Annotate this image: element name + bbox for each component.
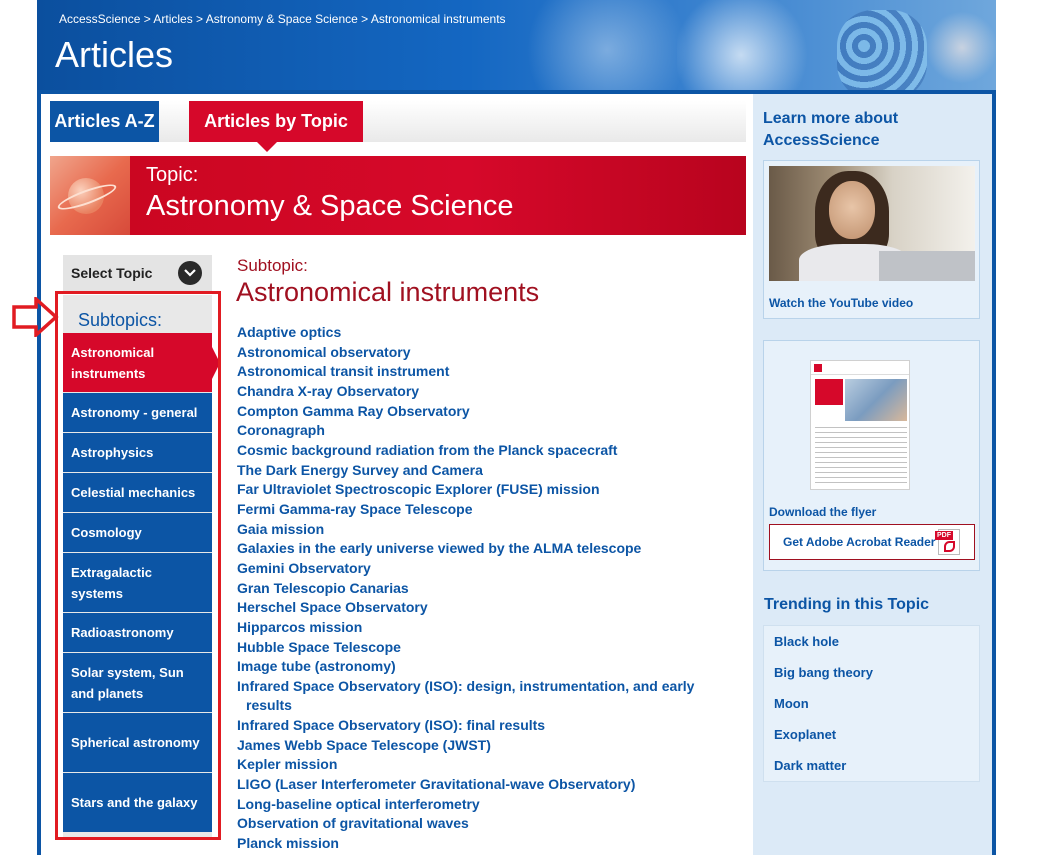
breadcrumb[interactable]: AccessScience > Articles > Astronomy & S… — [59, 12, 506, 26]
article-link[interactable]: Long-baseline optical interferometry — [237, 795, 737, 815]
topic-banner: Topic: Astronomy & Space Science — [50, 156, 746, 235]
download-flyer-link[interactable]: Download the flyer — [769, 505, 876, 519]
video-card[interactable]: Watch the YouTube video — [763, 160, 980, 319]
article-link[interactable]: Image tube (astronomy) — [237, 657, 737, 677]
article-link[interactable]: Chandra X-ray Observatory — [237, 382, 737, 402]
article-link[interactable]: Astronomical transit instrument — [237, 362, 737, 382]
tab-articles-a-z[interactable]: Articles A-Z — [50, 101, 159, 142]
get-acrobat-label: Get Adobe Acrobat Reader — [783, 535, 936, 549]
subtopic-label: Subtopic: — [237, 256, 308, 275]
article-link[interactable]: Infrared Space Observatory (ISO): final … — [237, 716, 737, 736]
trending-link[interactable]: Black hole — [764, 626, 979, 657]
acrobat-swirl — [944, 541, 955, 552]
trending-list: Black hole Big bang theory Moon Exoplanet Da… — [763, 625, 980, 782]
pdf-tag: PDF — [935, 531, 953, 540]
header-decoration — [677, 0, 837, 90]
article-link[interactable]: Planck mission — [237, 834, 737, 854]
trending-link[interactable]: Dark matter — [764, 750, 979, 781]
pdf-icon: PDF — [935, 529, 960, 555]
article-link[interactable]: Kepler mission — [237, 755, 737, 775]
article-link[interactable]: Gemini Observatory — [237, 559, 737, 579]
article-link[interactable]: LIGO (Laser Interferometer Gravitational… — [237, 775, 737, 795]
annotation-arrow-icon — [12, 297, 59, 337]
trending-heading: Trending in this Topic — [764, 596, 930, 613]
article-link[interactable]: James Webb Space Telescope (JWST) — [237, 736, 737, 756]
flyer-photo — [845, 379, 907, 421]
flyer-card: Download the flyer Get Adobe Acrobat Rea… — [763, 340, 980, 571]
laptop-icon — [879, 251, 975, 281]
learn-more-heading: Learn more about AccessScience — [763, 110, 899, 149]
video-link[interactable]: Watch the YouTube video — [769, 296, 913, 310]
page-title: Articles — [55, 34, 174, 75]
article-link[interactable]: Gaia mission — [237, 520, 737, 540]
article-link[interactable]: Infrared Space Observatory (ISO): design… — [237, 677, 737, 716]
article-link[interactable]: Far Ultraviolet Spectroscopic Explorer (… — [237, 480, 737, 500]
site-header: AccessScience > Articles > Astronomy & S… — [37, 0, 996, 90]
article-link[interactable]: Adaptive optics — [237, 323, 737, 343]
article-link[interactable]: Compton Gamma Ray Observatory — [237, 402, 737, 422]
article-link[interactable]: Hubble Space Telescope — [237, 638, 737, 658]
select-topic-label: Select Topic — [71, 265, 153, 281]
right-sidebar: Learn more about AccessScience Watch the… — [753, 94, 992, 855]
flyer-text-lines — [815, 427, 907, 487]
article-link[interactable]: Gran Telescopio Canarias — [237, 579, 737, 599]
get-acrobat-button[interactable]: Get Adobe Acrobat Reader PDF — [769, 524, 975, 560]
header-decoration — [837, 10, 927, 90]
header-decoration — [927, 5, 996, 90]
tab-articles-by-topic[interactable]: Articles by Topic — [189, 101, 363, 142]
flyer-block — [815, 379, 843, 405]
topic-label: Topic: — [146, 164, 199, 186]
tab-bar: Articles A-Z Articles by Topic — [50, 101, 746, 142]
topic-name: Astronomy & Space Science — [146, 190, 514, 222]
article-link[interactable]: Astronomical observatory — [237, 343, 737, 363]
article-link[interactable]: The Dark Energy Survey and Camera — [237, 461, 737, 481]
article-list: Adaptive optics Astronomical observatory A… — [237, 323, 737, 854]
breadcrumb-text[interactable]: AccessScience > Articles > Astronomy & S… — [59, 12, 506, 26]
thumbnail-figure — [829, 181, 875, 239]
article-link[interactable]: Coronagraph — [237, 421, 737, 441]
annotation-highlight-box — [55, 291, 221, 840]
flyer-thumbnail[interactable] — [810, 360, 910, 490]
video-thumbnail[interactable] — [769, 166, 975, 281]
trending-link[interactable]: Moon — [764, 688, 979, 719]
flyer-band — [811, 361, 909, 375]
article-link[interactable]: Fermi Gamma-ray Space Telescope — [237, 500, 737, 520]
active-tab-pointer — [257, 142, 277, 152]
article-link[interactable]: Cosmic background radiation from the Pla… — [237, 441, 737, 461]
chevron-down-icon[interactable] — [178, 261, 202, 285]
page: AccessScience > Articles > Astronomy & S… — [0, 0, 1063, 855]
article-link[interactable]: Herschel Space Observatory — [237, 598, 737, 618]
subtopic-title: Astronomical instruments — [236, 277, 540, 307]
article-link[interactable]: Observation of gravitational waves — [237, 814, 737, 834]
planet-icon — [50, 156, 130, 235]
article-link[interactable]: Hipparcos mission — [237, 618, 737, 638]
trending-link[interactable]: Big bang theory — [764, 657, 979, 688]
trending-link[interactable]: Exoplanet — [764, 719, 979, 750]
flyer-logo — [814, 364, 822, 372]
select-topic-dropdown[interactable]: Select Topic — [63, 255, 212, 291]
article-link[interactable]: Galaxies in the early universe viewed by… — [237, 539, 737, 559]
header-decoration — [517, 0, 697, 90]
